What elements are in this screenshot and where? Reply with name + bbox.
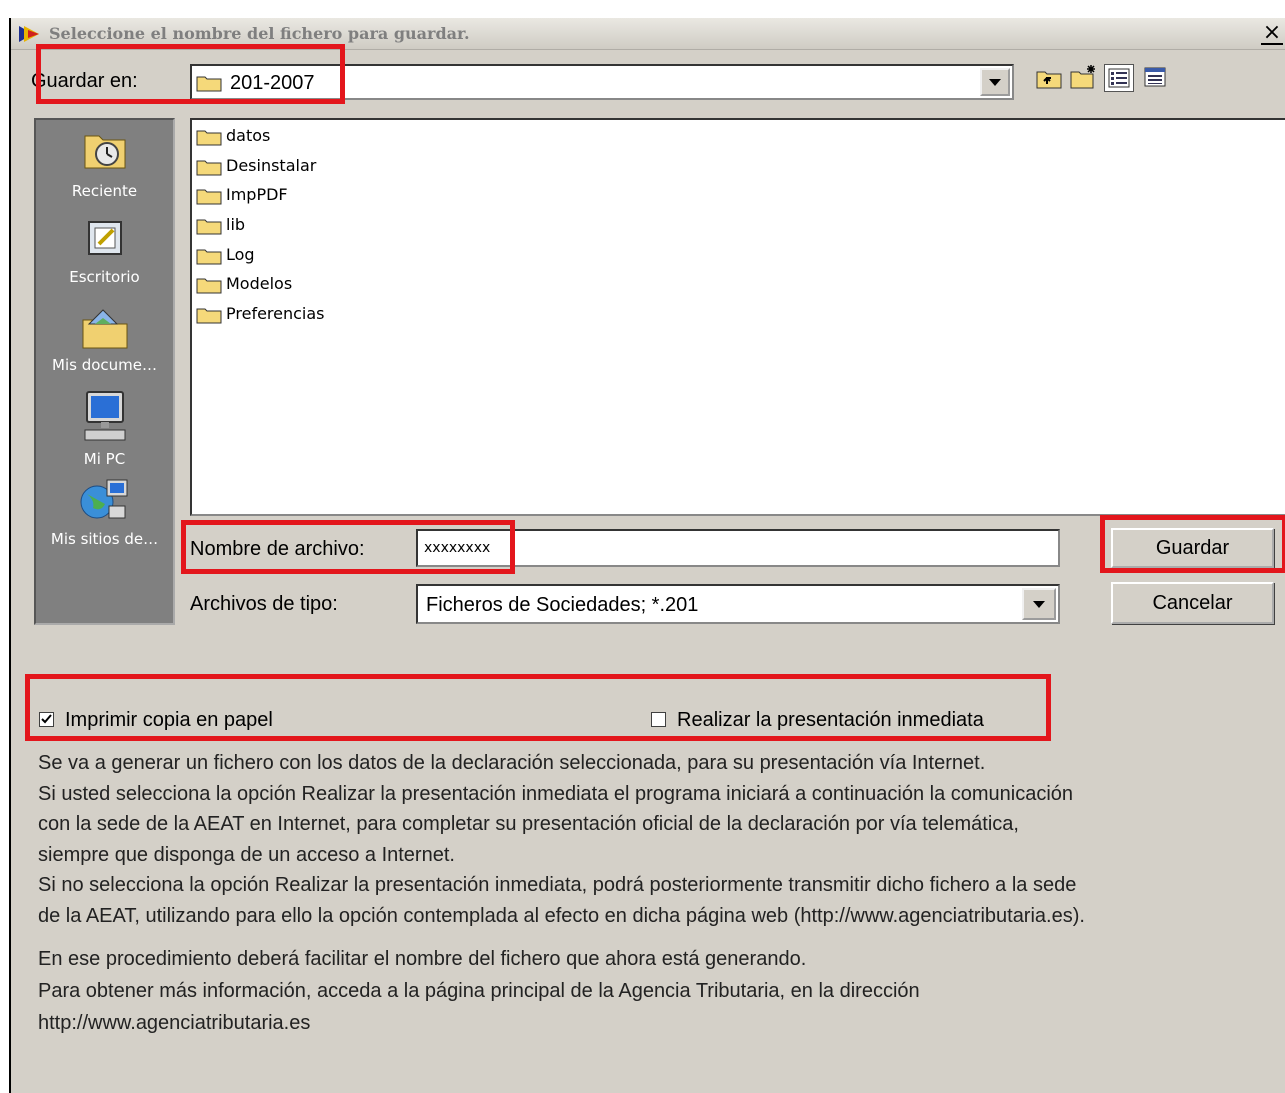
save-in-dropdown-button[interactable] bbox=[980, 68, 1010, 96]
file-name: Log bbox=[226, 245, 255, 264]
file-name: Modelos bbox=[226, 274, 293, 293]
place-label: Mis sitios de… bbox=[50, 530, 159, 548]
filetype-dropdown-button[interactable] bbox=[1022, 588, 1056, 620]
cancel-button[interactable]: Cancelar bbox=[1111, 582, 1274, 624]
filename-input[interactable]: xxxxxxxx bbox=[416, 529, 1060, 567]
save-in-label: Guardar en: bbox=[31, 70, 138, 92]
file-list[interactable]: datos Desinstalar ImpPDF lib Log Modelos… bbox=[190, 118, 1285, 516]
file-name: lib bbox=[226, 215, 246, 234]
chevron-down-icon bbox=[1033, 601, 1045, 608]
network-places-icon bbox=[80, 479, 127, 519]
info-line: Se va a generar un fichero con los datos… bbox=[38, 752, 986, 774]
immediate-submission-checkbox[interactable] bbox=[651, 712, 666, 727]
folder-icon bbox=[196, 278, 222, 294]
place-label: Reciente bbox=[71, 182, 138, 200]
info-line: siempre que disponga de un acceso a Inte… bbox=[38, 843, 455, 866]
info-line: con la sede de la AEAT en Internet, para… bbox=[38, 813, 1019, 835]
place-label: Mi PC bbox=[83, 450, 126, 468]
save-in-combo[interactable]: 201-2007 bbox=[190, 64, 1014, 100]
folder-icon bbox=[196, 130, 222, 146]
folder-icon bbox=[196, 76, 222, 92]
place-my-documents[interactable]: Mis docume… bbox=[36, 304, 173, 374]
immediate-submission-label: Realizar la presentación inmediata bbox=[677, 709, 984, 731]
info-paragraph: Se va a generar un fichero con los datos… bbox=[38, 748, 1085, 931]
file-name: Desinstalar bbox=[226, 156, 317, 175]
info-line: Para obtener más información, acceda a l… bbox=[38, 980, 920, 1002]
up-folder-icon[interactable] bbox=[1035, 66, 1063, 92]
checkmark-icon bbox=[41, 714, 52, 724]
places-bar: Reciente Escritorio Mis docume… Mi PC Mi… bbox=[34, 118, 175, 625]
save-button[interactable]: Guardar bbox=[1111, 528, 1274, 568]
filetype-combo[interactable]: Ficheros de Sociedades; *.201 bbox=[416, 584, 1060, 624]
my-documents-icon bbox=[82, 309, 127, 349]
info-line: de la AEAT, utilizando para ello la opci… bbox=[38, 904, 1085, 927]
print-copy-label: Imprimir copia en papel bbox=[65, 709, 273, 731]
title-bar: Seleccione el nombre del fichero para gu… bbox=[11, 18, 1285, 50]
place-recent[interactable]: Reciente bbox=[36, 126, 173, 200]
info-line: http://www.agenciatributaria.es bbox=[38, 1012, 311, 1034]
recent-icon bbox=[84, 135, 125, 169]
folder-icon bbox=[196, 249, 222, 265]
save-dialog: Seleccione el nombre del fichero para gu… bbox=[9, 18, 1285, 1093]
folder-icon bbox=[196, 189, 222, 205]
info-line: Si no selecciona la opción Realizar la p… bbox=[38, 874, 1077, 896]
print-copy-checkbox[interactable] bbox=[39, 712, 54, 727]
list-view-icon[interactable] bbox=[1104, 64, 1134, 92]
filename-value: xxxxxxxx bbox=[424, 540, 491, 556]
info-paragraph-2: En ese procedimiento deberá facilitar el… bbox=[38, 943, 920, 1039]
filetype-label: Archivos de tipo: bbox=[190, 593, 338, 615]
app-logo-icon bbox=[19, 26, 39, 42]
place-label: Mis docume… bbox=[52, 356, 157, 374]
filetype-value: Ficheros de Sociedades; *.201 bbox=[426, 594, 699, 616]
window-title: Seleccione el nombre del fichero para gu… bbox=[49, 24, 470, 43]
save-in-value: 201-2007 bbox=[230, 72, 315, 94]
info-line: Si usted selecciona la opción Realizar l… bbox=[38, 782, 1074, 805]
details-view-icon[interactable] bbox=[1141, 64, 1169, 90]
file-name: ImpPDF bbox=[226, 185, 288, 204]
my-computer-icon bbox=[84, 391, 125, 441]
filename-label: Nombre de archivo: bbox=[190, 538, 365, 560]
place-my-computer[interactable]: Mi PC bbox=[36, 390, 173, 468]
folder-icon bbox=[196, 308, 222, 324]
chevron-down-icon bbox=[989, 79, 1001, 86]
desktop-icon bbox=[87, 221, 122, 255]
folder-icon bbox=[196, 219, 222, 235]
close-button[interactable]: × bbox=[1261, 22, 1283, 45]
info-line: En ese procedimiento deberá facilitar el… bbox=[38, 948, 807, 970]
place-network[interactable]: Mis sitios de… bbox=[36, 476, 173, 548]
place-desktop[interactable]: Escritorio bbox=[36, 216, 173, 286]
file-name: datos bbox=[226, 126, 271, 145]
place-label: Escritorio bbox=[69, 268, 140, 286]
new-folder-icon[interactable] bbox=[1069, 64, 1097, 90]
file-name: Preferencias bbox=[226, 304, 325, 323]
folder-icon bbox=[196, 160, 222, 176]
